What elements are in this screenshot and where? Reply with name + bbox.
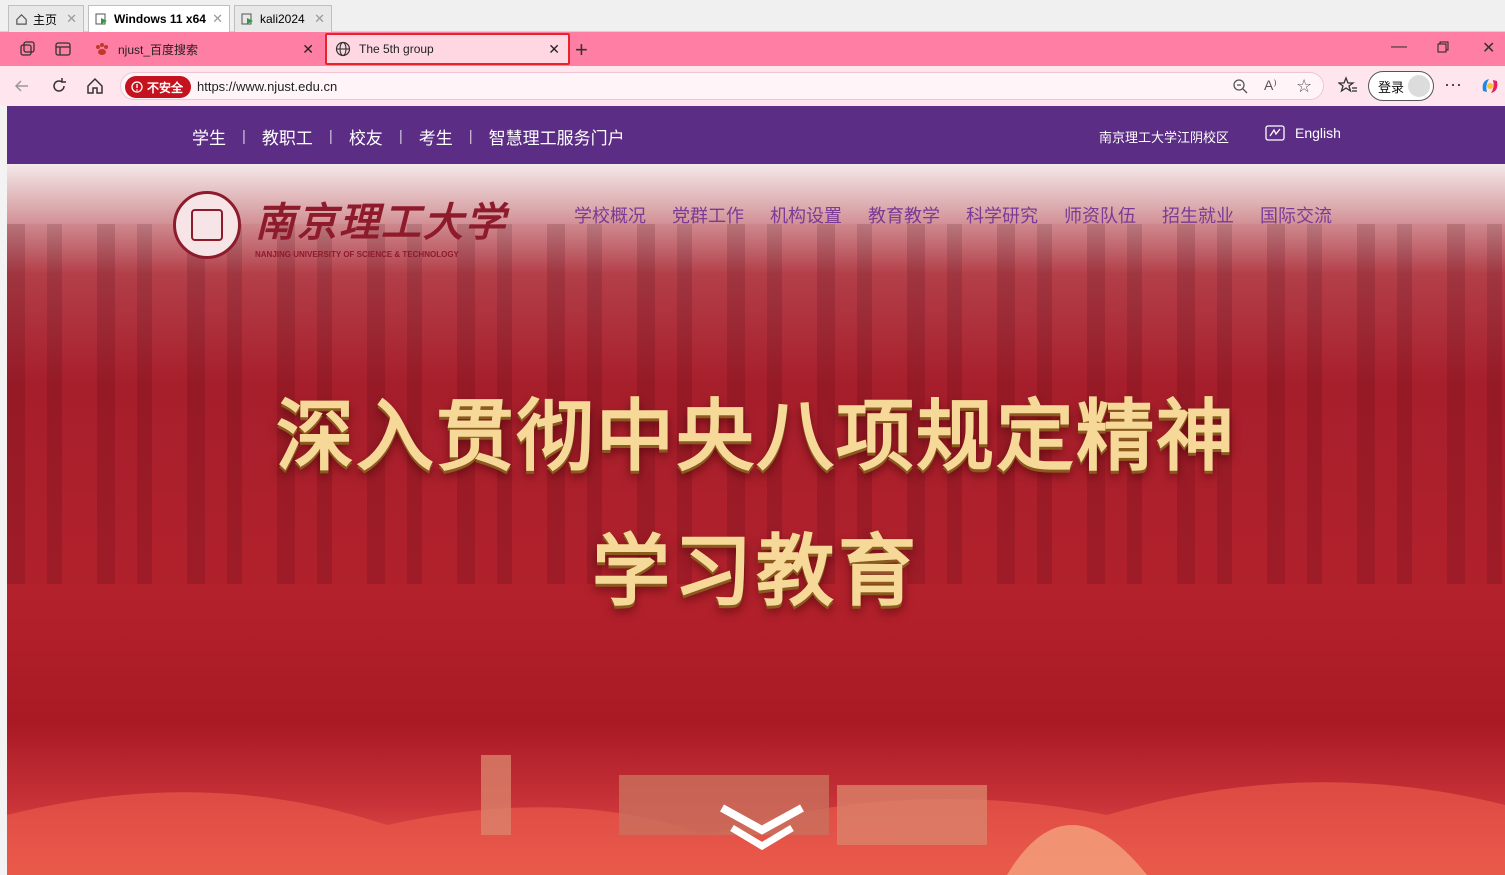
sign-in-button[interactable]: 登录	[1368, 71, 1434, 101]
more-options-icon[interactable]: ···	[1444, 74, 1462, 95]
close-icon[interactable]: ✕	[314, 11, 325, 27]
nav-international[interactable]: 国际交流	[1260, 202, 1332, 228]
link-staff[interactable]: 教职工	[262, 124, 313, 149]
close-tab-icon[interactable]: ✕	[302, 41, 314, 58]
separator: |	[242, 128, 246, 145]
favorites-icon[interactable]	[1338, 75, 1358, 95]
vm-icon	[95, 13, 109, 26]
separator: |	[468, 128, 473, 145]
hero-subheadline: 学习教育	[591, 526, 920, 617]
workspaces-icon[interactable]	[18, 40, 36, 58]
security-label: 不安全	[147, 80, 184, 95]
tab-baidu[interactable]: njust_百度搜索 ✕	[86, 33, 322, 65]
link-applicants[interactable]: 考生	[419, 124, 453, 149]
back-button[interactable]	[12, 76, 32, 96]
english-label: English	[1295, 125, 1341, 141]
link-service-portal[interactable]: 智慧理工服务门户	[489, 124, 625, 149]
close-icon[interactable]: ✕	[66, 11, 77, 27]
separator: |	[398, 128, 403, 145]
main-nav: 学校概况 党群工作 机构设置 教育教学 科学研究 师资队伍 招生就业 国际交流	[574, 202, 1332, 228]
not-secure-badge[interactable]: 不安全	[125, 76, 192, 98]
nav-organization[interactable]: 机构设置	[770, 202, 842, 228]
link-alumni[interactable]: 校友	[349, 124, 383, 149]
site-top-nav: 学生 | 教职工 | 校友 | 考生 | 智慧理工服务门户 南京理工大学江阴校区…	[7, 106, 1505, 164]
home-button[interactable]	[85, 76, 105, 96]
favorite-star-icon[interactable]: ☆	[1296, 76, 1312, 97]
hero-headline: 深入贯彻中央八项规定精神	[275, 391, 1236, 482]
tab-label: njust_百度搜索	[118, 42, 199, 57]
audience-links: 学生 | 教职工 | 校友 | 考生 | 智慧理工服务门户	[192, 124, 625, 149]
scroll-down-icon[interactable]	[717, 804, 807, 852]
close-icon[interactable]: ✕	[212, 11, 223, 27]
vm-icon	[241, 13, 255, 26]
tab-actions-icon[interactable]	[54, 40, 72, 58]
address-toolbar: 不安全 https://www.njust.edu.cn A⁾ ☆ 登录 ···	[0, 66, 1505, 106]
avatar	[1408, 75, 1430, 97]
zoom-icon[interactable]	[1232, 78, 1248, 94]
nav-party-work[interactable]: 党群工作	[672, 202, 744, 228]
hero-banner: 南京理工大学 NANJING UNIVERSITY OF SCIENCE & T…	[7, 164, 1505, 875]
nav-faculty[interactable]: 师资队伍	[1064, 202, 1136, 228]
warning-shield-icon	[131, 81, 143, 93]
nav-admissions[interactable]: 招生就业	[1162, 202, 1234, 228]
address-bar[interactable]: 不安全 https://www.njust.edu.cn A⁾ ☆	[120, 72, 1324, 100]
minimize-button[interactable]: —	[1391, 38, 1407, 56]
link-jiangyin-campus[interactable]: 南京理工大学江阴校区	[1099, 127, 1229, 146]
restore-button[interactable]	[1437, 41, 1449, 53]
university-logo[interactable]: 南京理工大学 NANJING UNIVERSITY OF SCIENCE & T…	[173, 190, 507, 259]
university-seal-icon	[173, 190, 241, 259]
vm-tab-home[interactable]: 主页 ✕	[8, 5, 84, 32]
language-icon	[1265, 125, 1285, 141]
globe-icon	[335, 41, 351, 57]
vm-tab-strip: 主页 ✕ Windows 11 x64 ✕ kali2024 ✕	[0, 0, 1505, 32]
nav-about[interactable]: 学校概况	[574, 202, 646, 228]
copilot-icon[interactable]	[1479, 75, 1501, 97]
web-page: 学生 | 教职工 | 校友 | 考生 | 智慧理工服务门户 南京理工大学江阴校区…	[7, 106, 1505, 875]
separator: |	[328, 128, 333, 145]
vm-tab-label: kali2024	[260, 12, 305, 26]
vm-tab-windows11[interactable]: Windows 11 x64 ✕	[88, 5, 230, 32]
sign-in-label: 登录	[1378, 79, 1405, 95]
home-icon	[15, 13, 28, 26]
close-tab-icon[interactable]: ✕	[548, 41, 560, 58]
tab-label: The 5th group	[359, 42, 434, 56]
read-aloud-icon[interactable]: A⁾	[1264, 77, 1277, 94]
vm-tab-kali[interactable]: kali2024 ✕	[234, 5, 332, 32]
baidu-paw-icon	[94, 41, 110, 57]
url-text[interactable]: https://www.njust.edu.cn	[197, 79, 337, 94]
nav-research[interactable]: 科学研究	[966, 202, 1038, 228]
vm-tab-label: 主页	[33, 12, 58, 27]
vm-tab-label: Windows 11 x64	[114, 12, 206, 26]
logo-chinese-name: 南京理工大学	[255, 199, 507, 246]
tab-the-5th-group[interactable]: The 5th group ✕	[325, 33, 570, 65]
link-students[interactable]: 学生	[192, 124, 226, 149]
refresh-button[interactable]	[49, 76, 69, 96]
link-english[interactable]: English	[1265, 125, 1341, 141]
nav-education[interactable]: 教育教学	[868, 202, 940, 228]
logo-english-name: NANJING UNIVERSITY OF SCIENCE & TECHNOLO…	[255, 250, 459, 259]
new-tab-button[interactable]: +	[575, 37, 588, 63]
close-window-button[interactable]: ✕	[1482, 38, 1495, 58]
browser-tab-bar: njust_百度搜索 ✕ The 5th group ✕ + — ✕	[0, 32, 1505, 66]
